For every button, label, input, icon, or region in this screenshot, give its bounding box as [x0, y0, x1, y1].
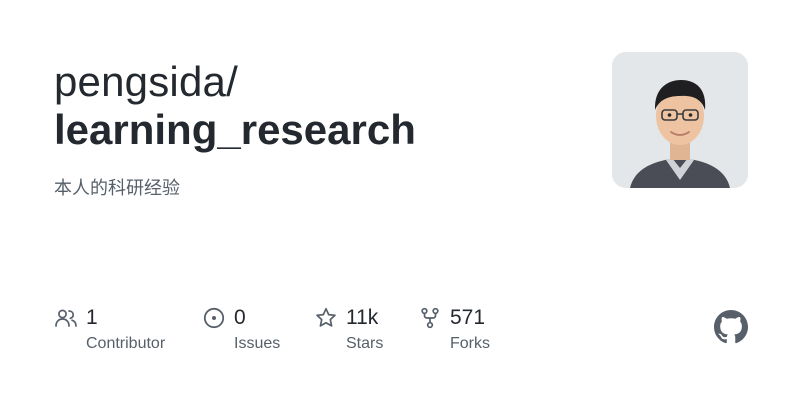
issue-opened-icon	[203, 307, 225, 329]
repo-forked-icon	[421, 307, 439, 329]
stars-label: Stars	[346, 335, 384, 352]
stat-stars[interactable]: 11k Stars	[314, 302, 414, 362]
people-icon	[55, 309, 77, 327]
stat-forks[interactable]: 571 Forks	[418, 302, 518, 362]
stat-contributors[interactable]: 1 Contributor	[54, 302, 184, 362]
forks-count: 571	[450, 306, 486, 329]
issues-label: Issues	[234, 335, 281, 352]
repo-owner[interactable]: pengsida/	[54, 56, 238, 108]
star-icon	[316, 307, 336, 327]
stars-count: 11k	[346, 306, 379, 329]
social-preview-card: pengsida/ learning_research 本人的科研经验 1 Co…	[0, 0, 800, 400]
github-logo-icon[interactable]	[714, 310, 748, 344]
owner-avatar[interactable]	[612, 52, 748, 188]
forks-label: Forks	[450, 335, 490, 352]
avatar-photo	[612, 52, 748, 188]
repo-name[interactable]: learning_research	[54, 104, 416, 156]
repo-description: 本人的科研经验	[54, 178, 180, 198]
contributors-count: 1	[86, 306, 98, 329]
issues-count: 0	[234, 306, 246, 329]
contributors-label: Contributor	[86, 335, 166, 352]
stat-issues[interactable]: 0 Issues	[202, 302, 302, 362]
